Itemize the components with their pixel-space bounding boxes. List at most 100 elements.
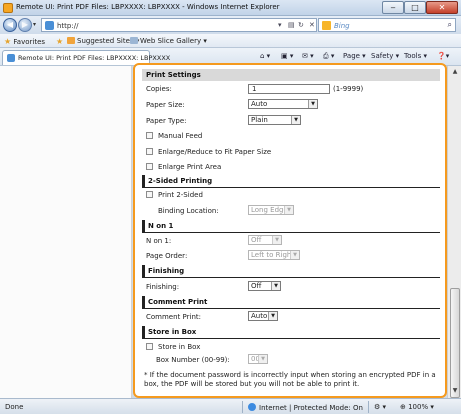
enlarge-print-area-label: Enlarge Print Area bbox=[158, 163, 222, 171]
scroll-down-icon[interactable]: ▼ bbox=[449, 386, 461, 396]
paper-type-label: Paper Type: bbox=[146, 117, 187, 125]
back-button[interactable]: ◀ bbox=[3, 18, 17, 32]
enlarge-print-area-checkbox[interactable] bbox=[146, 163, 153, 170]
manual-feed-checkbox[interactable] bbox=[146, 132, 153, 139]
chevron-down-icon: ▼ bbox=[291, 116, 300, 124]
safety-menu[interactable]: Safety ▾ bbox=[371, 52, 399, 60]
page-order-value: Left to Right bbox=[251, 251, 295, 259]
favorites-star-icon: ★ bbox=[4, 37, 12, 46]
section-store-in-box: Store in Box bbox=[142, 326, 196, 338]
compatibility-view-icon[interactable]: ▤ bbox=[288, 21, 295, 29]
refresh-icon[interactable]: ↻ bbox=[298, 21, 304, 29]
status-divider bbox=[368, 401, 369, 413]
section-divider bbox=[142, 232, 440, 233]
window-title: Remote UI: Print PDF Files: LBPXXXX: LBP… bbox=[16, 3, 280, 11]
paper-size-value: Auto bbox=[251, 100, 268, 108]
paper-size-select[interactable]: Auto ▼ bbox=[248, 99, 318, 109]
scroll-thumb[interactable] bbox=[450, 288, 460, 398]
maximize-button[interactable]: □ bbox=[404, 1, 426, 14]
n-on-1-label: N on 1: bbox=[146, 237, 172, 245]
page-menu[interactable]: Page ▾ bbox=[343, 52, 366, 60]
copies-label: Copies: bbox=[146, 85, 172, 93]
suggested-sites-icon bbox=[67, 37, 75, 44]
page-order-select[interactable]: Left to Right ▼ bbox=[248, 250, 300, 260]
search-placeholder[interactable]: Bing bbox=[334, 22, 350, 30]
section-print-settings: Print Settings bbox=[142, 69, 440, 81]
comment-print-select[interactable]: Auto ▼ bbox=[248, 311, 278, 321]
print-2-sided-checkbox[interactable] bbox=[146, 191, 153, 198]
feeds-icon[interactable]: ▣ ▾ bbox=[281, 52, 293, 60]
manual-feed-label: Manual Feed bbox=[158, 132, 203, 140]
address-bar: ◀ ▶ ▾ http:// ▾ ▤ ↻ ✕ Bing ⌕ bbox=[0, 16, 461, 34]
comment-print-value: Auto bbox=[251, 312, 268, 320]
recent-pages-dropdown-icon[interactable]: ▾ bbox=[33, 21, 36, 28]
section-comment-print: Comment Print bbox=[142, 296, 207, 308]
title-bar: Remote UI: Print PDF Files: LBPXXXX: LBP… bbox=[0, 0, 461, 16]
close-button[interactable]: ✕ bbox=[426, 1, 458, 14]
left-navigation-frame bbox=[0, 66, 132, 398]
enlarge-reduce-checkbox[interactable] bbox=[146, 148, 153, 155]
box-number-select[interactable]: 00 ▼ bbox=[248, 354, 268, 364]
chevron-down-icon: ▼ bbox=[308, 100, 317, 108]
binding-location-select[interactable]: Long Edge ▼ bbox=[248, 205, 294, 215]
store-in-box-checkbox[interactable] bbox=[146, 343, 153, 350]
security-zone[interactable]: Internet | Protected Mode: On bbox=[248, 403, 363, 412]
finishing-label: Finishing: bbox=[146, 283, 180, 291]
comment-print-label: Comment Print: bbox=[146, 313, 201, 321]
paper-type-value: Plain bbox=[251, 116, 268, 124]
paper-type-select[interactable]: Plain ▼ bbox=[248, 115, 301, 125]
store-in-box-label: Store in Box bbox=[158, 343, 201, 351]
forward-button[interactable]: ▶ bbox=[18, 18, 32, 32]
suggested-sites-link[interactable]: Suggested Sites ▾ bbox=[67, 37, 139, 45]
n-on-1-value: Off bbox=[251, 236, 262, 244]
stop-icon[interactable]: ✕ bbox=[309, 21, 315, 29]
search-field[interactable]: Bing ⌕ bbox=[318, 18, 456, 32]
section-divider bbox=[142, 308, 440, 309]
add-favorites-icon[interactable]: ★ bbox=[56, 37, 63, 46]
search-icon[interactable]: ⌕ bbox=[448, 20, 452, 30]
status-bar: Done Internet | Protected Mode: On ⚙ ▾ ⊕… bbox=[0, 398, 461, 414]
tab-remote-ui[interactable]: Remote UI: Print PDF Files: LBPXXXX: LBP… bbox=[2, 50, 170, 65]
status-text: Done bbox=[5, 403, 24, 411]
scroll-up-icon[interactable]: ▲ bbox=[449, 67, 461, 77]
minimize-button[interactable]: ‒ bbox=[382, 1, 404, 14]
tab-label[interactable]: Remote UI: Print PDF Files: LBPXXXX: LBP… bbox=[18, 54, 170, 62]
page-icon bbox=[45, 21, 54, 30]
url-text[interactable]: http:// bbox=[57, 22, 78, 30]
store-in-box-note-line-1: * If the document password is incorrectl… bbox=[144, 371, 436, 379]
enlarge-reduce-label: Enlarge/Reduce to Fit Paper Size bbox=[158, 148, 272, 156]
page-order-label: Page Order: bbox=[146, 252, 188, 260]
finishing-select[interactable]: Off ▼ bbox=[248, 281, 281, 291]
zoom-level[interactable]: ⊕ 100% ▾ bbox=[400, 403, 434, 411]
web-slice-gallery-link[interactable]: Web Slice Gallery ▾ bbox=[130, 37, 207, 45]
globe-icon bbox=[248, 403, 256, 411]
ie-app-icon bbox=[3, 3, 13, 13]
section-divider bbox=[142, 277, 440, 278]
binding-location-value: Long Edge bbox=[251, 206, 288, 214]
help-icon[interactable]: ❓▾ bbox=[437, 52, 449, 60]
section-divider bbox=[142, 338, 440, 339]
chevron-down-icon: ▼ bbox=[268, 312, 277, 320]
section-n-on-1: N on 1 bbox=[142, 220, 173, 232]
tab-page-icon bbox=[7, 54, 15, 62]
vertical-scrollbar[interactable]: ▲ ▼ bbox=[447, 66, 461, 398]
favorites-bar: ★ Favorites ★ Suggested Sites ▾ Web Slic… bbox=[0, 34, 461, 48]
chevron-down-icon: ▼ bbox=[272, 236, 281, 244]
protected-mode-icon[interactable]: ⚙ ▾ bbox=[374, 403, 386, 411]
chevron-down-icon: ▼ bbox=[258, 355, 267, 363]
url-field[interactable]: http:// ▾ ▤ ↻ ✕ bbox=[41, 18, 317, 32]
chevron-down-icon: ▼ bbox=[271, 282, 280, 290]
copies-range-hint: (1-9999) bbox=[333, 85, 364, 93]
box-number-label: Box Number (00-99): bbox=[156, 356, 230, 364]
copies-input[interactable]: 1 bbox=[248, 84, 330, 94]
n-on-1-select[interactable]: Off ▼ bbox=[248, 235, 282, 245]
chevron-down-icon: ▼ bbox=[290, 251, 299, 259]
home-icon[interactable]: ⌂ ▾ bbox=[260, 52, 270, 60]
paper-size-label: Paper Size: bbox=[146, 101, 185, 109]
url-dropdown-icon[interactable]: ▾ bbox=[278, 21, 282, 29]
mail-icon[interactable]: ✉ ▾ bbox=[302, 52, 314, 60]
print-icon[interactable]: ⎙ ▾ bbox=[323, 52, 334, 61]
favorites-button[interactable]: ★ Favorites bbox=[4, 37, 45, 46]
store-in-box-note-line-2: box, the PDF will be stored but you will… bbox=[144, 380, 360, 388]
tools-menu[interactable]: Tools ▾ bbox=[404, 52, 427, 60]
